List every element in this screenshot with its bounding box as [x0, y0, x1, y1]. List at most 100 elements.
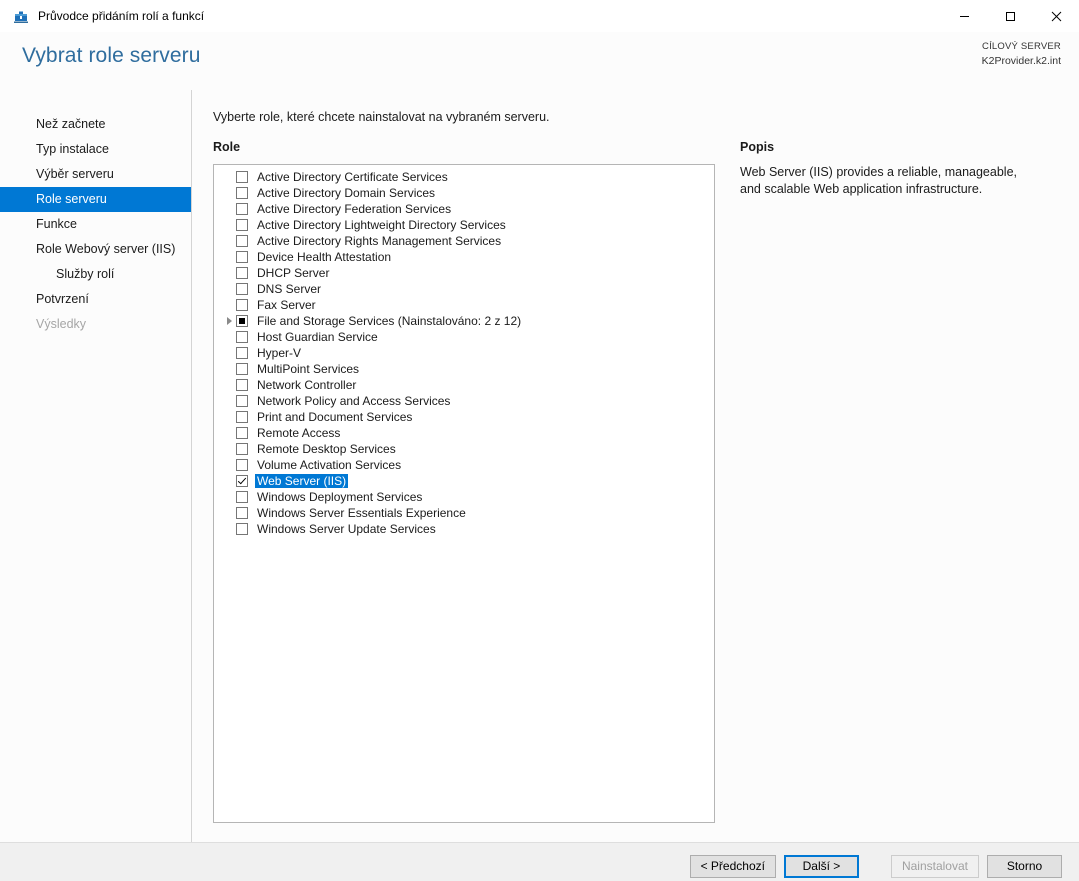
role-checkbox[interactable] — [236, 331, 248, 343]
role-label: Windows Deployment Services — [257, 490, 423, 504]
role-row[interactable]: Windows Deployment Services — [214, 489, 714, 505]
role-label: Network Policy and Access Services — [257, 394, 451, 408]
role-checkbox[interactable] — [236, 267, 248, 279]
page-title: Vybrat role serveru — [22, 44, 201, 67]
maximize-button[interactable] — [987, 0, 1033, 32]
button-storno[interactable]: Storno — [987, 855, 1062, 878]
wizard-sidebar: Než začnete Typ instalace Výběr serveru Rol… — [0, 90, 192, 842]
role-checkbox[interactable] — [236, 235, 248, 247]
wizard-body: Než začnete Typ instalace Výběr serveru Rol… — [0, 90, 1079, 842]
role-row[interactable]: Windows Server Update Services — [214, 521, 714, 537]
role-label: Volume Activation Services — [257, 458, 402, 472]
role-checkbox[interactable] — [236, 523, 248, 535]
sidebar-item-typ-instalace[interactable]: Typ instalace — [0, 137, 191, 162]
role-row[interactable]: Windows Server Essentials Experience — [214, 505, 714, 521]
role-label: Network Controller — [257, 378, 357, 392]
sidebar-item-potvrzen[interactable]: Potvrzení — [0, 287, 191, 312]
role-row[interactable]: Device Health Attestation — [214, 249, 714, 265]
role-row[interactable]: Hyper-V — [214, 345, 714, 361]
role-row[interactable]: DNS Server — [214, 281, 714, 297]
role-checkbox[interactable] — [236, 443, 248, 455]
close-button[interactable] — [1033, 0, 1079, 32]
role-row[interactable]: Remote Desktop Services — [214, 441, 714, 457]
role-row[interactable]: Active Directory Lightweight Directory S… — [214, 217, 714, 233]
role-row[interactable]: Volume Activation Services — [214, 457, 714, 473]
role-checkbox[interactable] — [236, 507, 248, 519]
role-checkbox[interactable] — [236, 251, 248, 263]
role-checkbox[interactable] — [236, 491, 248, 503]
role-label: DHCP Server — [257, 266, 330, 280]
role-row[interactable]: DHCP Server — [214, 265, 714, 281]
minimize-button[interactable] — [941, 0, 987, 32]
role-label: Active Directory Lightweight Directory S… — [257, 218, 506, 232]
role-label: Active Directory Domain Services — [257, 186, 436, 200]
role-label: Print and Document Services — [257, 410, 413, 424]
role-row[interactable]: Host Guardian Service — [214, 329, 714, 345]
sidebar-item-funkce[interactable]: Funkce — [0, 212, 191, 237]
chevron-right-icon[interactable] — [222, 313, 236, 329]
role-row[interactable]: Remote Access — [214, 425, 714, 441]
role-checkbox[interactable] — [236, 219, 248, 231]
role-row[interactable]: Active Directory Rights Management Servi… — [214, 233, 714, 249]
role-checkbox[interactable] — [236, 347, 248, 359]
role-label: Active Directory Certificate Services — [257, 170, 448, 184]
button-dal[interactable]: Další > — [783, 855, 859, 878]
target-server-info: CÍLOVÝ SERVER K2Provider.k2.int — [982, 40, 1061, 68]
role-label: Windows Server Update Services — [257, 522, 436, 536]
role-checkbox[interactable] — [236, 411, 248, 423]
role-checkbox[interactable] — [236, 187, 248, 199]
sidebar-item-role-webov-server-iis[interactable]: Role Webový server (IIS) — [0, 237, 191, 262]
sidebar-item-slu-by-rol[interactable]: Služby rolí — [0, 262, 191, 287]
role-checkbox[interactable] — [236, 171, 248, 183]
role-row[interactable]: Print and Document Services — [214, 409, 714, 425]
role-row[interactable]: Web Server (IIS) — [214, 473, 714, 489]
minimize-icon — [959, 15, 969, 17]
roles-section-label: Role — [213, 140, 241, 154]
role-checkbox[interactable] — [236, 475, 248, 487]
button-nainstalovat: Nainstalovat — [890, 855, 979, 878]
role-row[interactable]: Network Controller — [214, 377, 714, 393]
role-checkbox[interactable] — [236, 299, 248, 311]
role-checkbox[interactable] — [236, 283, 248, 295]
role-row[interactable]: Network Policy and Access Services — [214, 393, 714, 409]
roles-listbox[interactable]: Active Directory Certificate Services Act… — [213, 164, 715, 823]
sidebar-item-ne-za-nete[interactable]: Než začnete — [0, 112, 191, 137]
maximize-icon — [1005, 11, 1015, 21]
role-row[interactable]: Active Directory Federation Services — [214, 201, 714, 217]
role-row[interactable]: File and Storage Services (Nainstalováno… — [214, 313, 714, 329]
role-label: File and Storage Services (Nainstalováno… — [257, 314, 522, 328]
role-label: Hyper-V — [257, 346, 302, 360]
role-checkbox[interactable] — [236, 315, 248, 327]
role-row[interactable]: Active Directory Domain Services — [214, 185, 714, 201]
role-checkbox[interactable] — [236, 395, 248, 407]
role-checkbox[interactable] — [236, 379, 248, 391]
window-title: Průvodce přidáním rolí a funkcí — [38, 9, 205, 23]
sidebar-item-role-serveru[interactable]: Role serveru — [0, 187, 191, 212]
close-icon — [1051, 11, 1061, 21]
role-label: Fax Server — [257, 298, 316, 312]
role-checkbox[interactable] — [236, 363, 248, 375]
footer-button-row: < Předchozí Další > Nainstalovat Storno — [689, 855, 1062, 878]
button-p-edchoz[interactable]: < Předchozí — [689, 855, 776, 878]
role-checkbox[interactable] — [236, 427, 248, 439]
window-controls — [941, 0, 1079, 32]
role-row[interactable]: Active Directory Certificate Services — [214, 169, 714, 185]
sidebar-item-v-b-r-serveru[interactable]: Výběr serveru — [0, 162, 191, 187]
role-row[interactable]: Fax Server — [214, 297, 714, 313]
wizard-header: Vybrat role serveru CÍLOVÝ SERVER K2Prov… — [0, 32, 1079, 90]
target-server-name: K2Provider.k2.int — [981, 55, 1061, 67]
role-checkbox[interactable] — [236, 203, 248, 215]
role-checkbox[interactable] — [236, 459, 248, 471]
role-row[interactable]: MultiPoint Services — [214, 361, 714, 377]
